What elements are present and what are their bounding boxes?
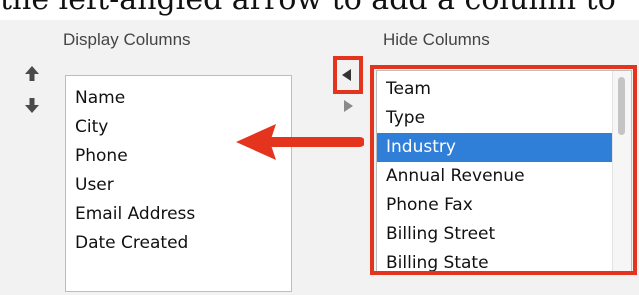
highlight-hide-list-box bbox=[370, 65, 637, 275]
triangle-right-icon[interactable] bbox=[339, 97, 357, 115]
display-columns-list[interactable]: Name City Phone User Email Address Date … bbox=[65, 75, 292, 292]
hide-columns-header: Hide Columns bbox=[383, 30, 490, 49]
red-arrow-left-icon bbox=[232, 118, 365, 174]
arrow-up-icon[interactable] bbox=[22, 64, 42, 84]
list-item[interactable]: Email Address bbox=[66, 200, 291, 229]
list-item[interactable]: User bbox=[66, 171, 291, 200]
instruction-caption: the left-angled arrow to add a column to bbox=[0, 0, 639, 20]
arrow-down-icon[interactable] bbox=[22, 95, 42, 115]
highlight-left-arrow-box bbox=[333, 56, 363, 94]
list-item[interactable]: Date Created bbox=[66, 229, 291, 258]
display-columns-header: Display Columns bbox=[63, 30, 191, 49]
list-item[interactable]: Name bbox=[66, 84, 291, 113]
